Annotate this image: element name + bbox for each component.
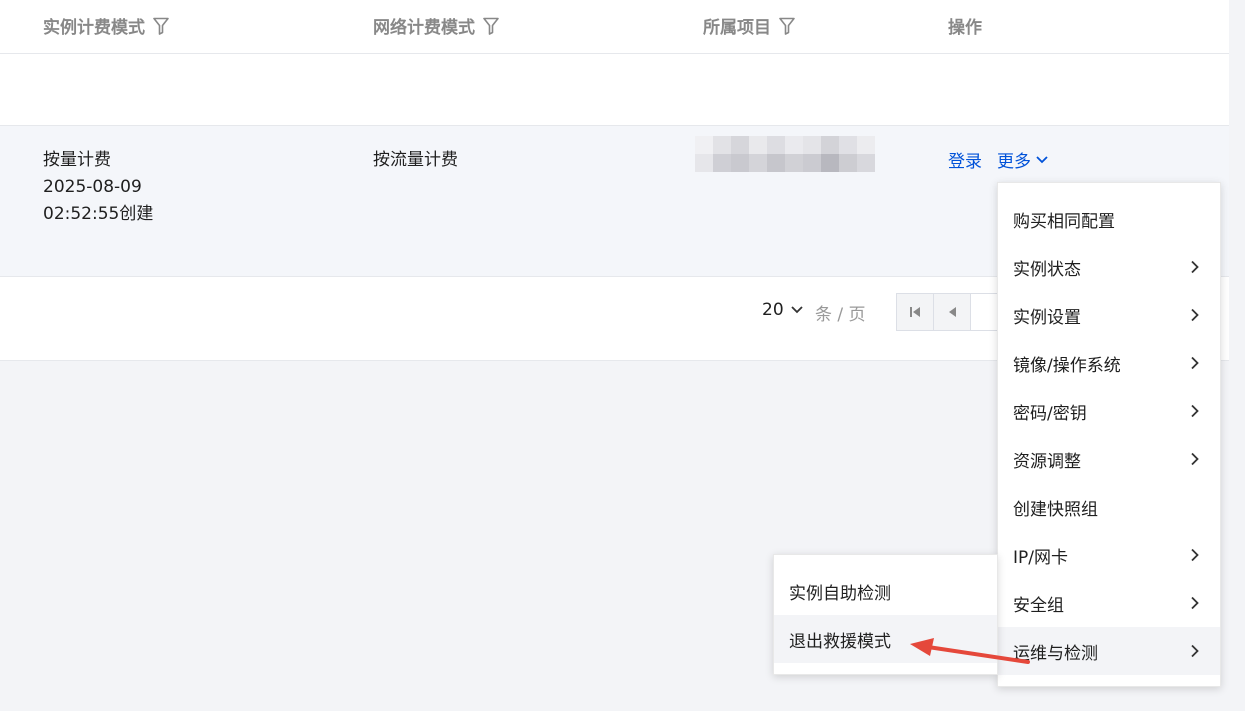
submenu-item-self-check[interactable]: 实例自助检测 bbox=[774, 567, 997, 615]
menu-item-ip-nic[interactable]: IP/网卡 bbox=[998, 531, 1220, 579]
per-page-label: 条 / 页 bbox=[815, 305, 866, 325]
column-header-label: 实例计费模式 bbox=[43, 18, 145, 38]
chevron-right-icon bbox=[1191, 356, 1199, 370]
menu-item-label: 镜像/操作系统 bbox=[1013, 355, 1121, 376]
menu-item-image-os[interactable]: 镜像/操作系统 bbox=[998, 339, 1220, 387]
submenu-item-exit-rescue-mode[interactable]: 退出救援模式 bbox=[774, 615, 997, 663]
column-header-label: 网络计费模式 bbox=[373, 18, 475, 38]
more-label: 更多 bbox=[997, 152, 1031, 172]
more-dropdown[interactable]: 更多 bbox=[997, 147, 1049, 172]
chevron-down-icon bbox=[1036, 155, 1048, 163]
first-page-icon bbox=[910, 307, 920, 317]
menu-item-label: IP/网卡 bbox=[1013, 547, 1068, 568]
filter-icon[interactable] bbox=[153, 17, 169, 35]
chevron-right-icon bbox=[1191, 596, 1199, 610]
menu-item-label: 退出救援模式 bbox=[789, 631, 891, 652]
chevron-right-icon bbox=[1191, 308, 1199, 322]
menu-item-label: 实例设置 bbox=[1013, 307, 1081, 328]
menu-item-label: 购买相同配置 bbox=[1013, 211, 1115, 232]
created-date-text: 2025-08-09 bbox=[43, 177, 142, 197]
first-page-button[interactable] bbox=[897, 294, 934, 330]
menu-item-label: 实例状态 bbox=[1013, 259, 1081, 280]
column-header-label: 操作 bbox=[948, 18, 982, 38]
filter-icon[interactable] bbox=[483, 17, 499, 35]
menu-item-password-key[interactable]: 密码/密钥 bbox=[998, 387, 1220, 435]
menu-item-resource-adjust[interactable]: 资源调整 bbox=[998, 435, 1220, 483]
billing-mode-cell: 按量计费 2025-08-09 02:52:55创建 bbox=[43, 147, 153, 228]
login-link[interactable]: 登录 bbox=[948, 147, 982, 172]
column-header-label: 所属项目 bbox=[703, 18, 771, 38]
menu-item-instance-settings[interactable]: 实例设置 bbox=[998, 291, 1220, 339]
filter-icon[interactable] bbox=[779, 17, 795, 35]
menu-item-label: 创建快照组 bbox=[1013, 499, 1098, 520]
ops-detection-submenu: 实例自助检测 退出救援模式 bbox=[773, 554, 998, 675]
prev-page-button[interactable] bbox=[934, 294, 971, 330]
menu-item-label: 实例自助检测 bbox=[789, 583, 891, 604]
menu-item-security-group[interactable]: 安全组 bbox=[998, 579, 1220, 627]
column-header-network-billing[interactable]: 网络计费模式 bbox=[373, 13, 499, 38]
menu-item-buy-same-config[interactable]: 购买相同配置 bbox=[998, 195, 1220, 243]
more-dropdown-menu: 购买相同配置 实例状态 实例设置 镜像/操作系统 密码/密钥 资源调整 创建快照… bbox=[997, 182, 1221, 687]
menu-item-instance-status[interactable]: 实例状态 bbox=[998, 243, 1220, 291]
column-header-billing-mode[interactable]: 实例计费模式 bbox=[43, 13, 169, 38]
chevron-right-icon bbox=[1191, 260, 1199, 274]
column-header-actions: 操作 bbox=[948, 13, 982, 38]
menu-item-label: 运维与检测 bbox=[1013, 643, 1098, 664]
menu-item-ops-detection[interactable]: 运维与检测 bbox=[998, 627, 1220, 675]
chevron-down-icon bbox=[791, 306, 803, 314]
chevron-right-icon bbox=[1191, 452, 1199, 466]
table-header: 实例计费模式 网络计费模式 所属项目 操作 bbox=[0, 0, 1229, 54]
page-size-value: 20 bbox=[762, 300, 784, 320]
menu-item-label: 密码/密钥 bbox=[1013, 403, 1087, 424]
menu-item-label: 安全组 bbox=[1013, 595, 1064, 616]
column-header-project[interactable]: 所属项目 bbox=[703, 13, 795, 38]
prev-page-icon bbox=[949, 307, 956, 317]
network-billing-text: 按流量计费 bbox=[373, 150, 458, 170]
chevron-right-icon bbox=[1191, 548, 1199, 562]
chevron-right-icon bbox=[1191, 404, 1199, 418]
menu-item-label: 资源调整 bbox=[1013, 451, 1081, 472]
billing-mode-text: 按量计费 bbox=[43, 150, 111, 170]
chevron-right-icon bbox=[1191, 644, 1199, 658]
project-redacted-mosaic bbox=[695, 136, 875, 172]
network-billing-cell: 按流量计费 bbox=[373, 147, 458, 174]
menu-item-create-snapshot-group[interactable]: 创建快照组 bbox=[998, 483, 1220, 531]
page-size-select[interactable]: 20 bbox=[762, 300, 804, 320]
created-time-text: 02:52:55创建 bbox=[43, 204, 154, 224]
